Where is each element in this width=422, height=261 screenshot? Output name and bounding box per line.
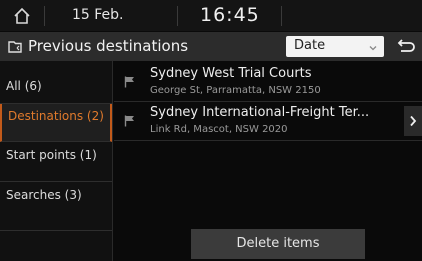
- category-menu: All (6) Destinations (2) Start points (1…: [0, 61, 112, 261]
- folder-history-icon: [8, 39, 24, 53]
- flag-icon: [124, 73, 135, 88]
- menu-item-all[interactable]: All (6): [0, 61, 112, 104]
- flag-icon: [124, 112, 135, 127]
- divider: [281, 6, 282, 26]
- menu-item-start-points[interactable]: Start points (1): [0, 143, 112, 182]
- details-button[interactable]: [404, 106, 422, 136]
- list-item[interactable]: Sydney West Trial Courts George St, Parr…: [114, 64, 422, 102]
- back-icon[interactable]: [396, 38, 416, 55]
- menu-item-label: Destinations (2): [8, 109, 104, 123]
- menu-item-label: Searches (3): [6, 188, 82, 202]
- divider: [177, 6, 178, 26]
- menu-item-destinations[interactable]: Destinations (2): [0, 104, 112, 142]
- title-bar: Previous destinations Date: [0, 32, 422, 61]
- menu-item-label: All (6): [6, 79, 42, 93]
- chevron-down-icon: [369, 41, 377, 51]
- menu-item-searches[interactable]: Searches (3): [0, 182, 112, 231]
- destination-name: Sydney International-Freight Ter...: [150, 105, 370, 120]
- home-icon[interactable]: [12, 6, 32, 26]
- sort-value: Date: [294, 38, 326, 53]
- destination-name: Sydney West Trial Courts: [150, 66, 312, 81]
- page-title: Previous destinations: [28, 37, 189, 55]
- divider: [112, 61, 113, 261]
- menu-item-label: Start points (1): [6, 148, 97, 162]
- divider: [44, 6, 45, 26]
- delete-items-button[interactable]: Delete items: [191, 229, 365, 259]
- status-time: 16:45: [200, 4, 260, 26]
- status-bar: 15 Feb. 16:45: [0, 0, 422, 31]
- destination-address: Link Rd, Mascot, NSW 2020: [150, 124, 288, 135]
- list-item[interactable]: Sydney International-Freight Ter... Link…: [114, 103, 422, 141]
- sort-dropdown[interactable]: Date: [286, 36, 384, 57]
- destination-address: George St, Parramatta, NSW 2150: [150, 85, 321, 96]
- status-date: 15 Feb.: [72, 7, 124, 23]
